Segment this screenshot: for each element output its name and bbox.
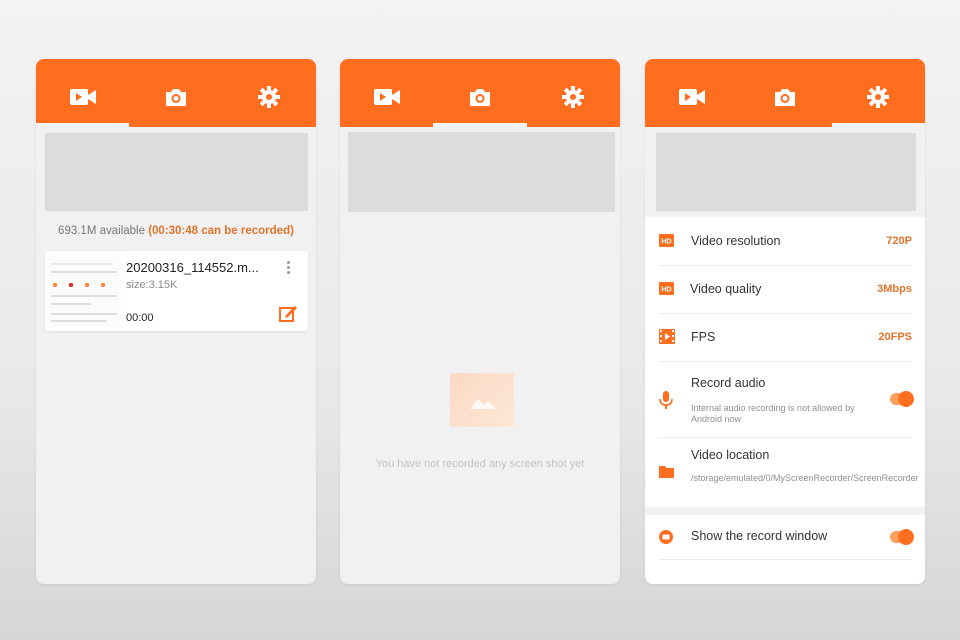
record-audio-toggle[interactable] (890, 391, 914, 407)
setting-value: 3Mbps (877, 283, 912, 295)
setting-label: Video quality (690, 282, 762, 296)
tab-screenshots[interactable] (433, 59, 527, 127)
ad-banner[interactable] (348, 132, 615, 212)
setting-show-record-window[interactable]: Show the record window (659, 515, 914, 560)
tab-videos[interactable] (645, 59, 738, 127)
folder-icon (659, 466, 674, 478)
setting-label: Video location (691, 448, 770, 462)
tab-settings[interactable] (831, 59, 925, 127)
setting-video-resolution[interactable]: HD Video resolution 720P (659, 217, 912, 266)
empty-image-icon (450, 373, 514, 427)
video-camera-icon (373, 89, 400, 105)
tab-bar (340, 59, 620, 127)
tab-videos[interactable] (340, 59, 433, 127)
setting-video-location[interactable]: Video location /storage/emulated/0/MyScr… (659, 437, 919, 505)
settings-screen: HD Video resolution 720P HD Video qualit… (645, 59, 925, 584)
setting-record-audio[interactable]: Record audio Internal audio recording is… (659, 361, 914, 438)
setting-value: 20FPS (878, 331, 912, 343)
setting-fps[interactable]: FPS 20FPS (659, 313, 912, 362)
edit-icon[interactable] (278, 303, 298, 323)
svg-text:HD: HD (661, 287, 671, 294)
recording-name: 20200316_114552.m... (126, 260, 259, 275)
tab-bar (36, 59, 316, 127)
recording-item[interactable]: 20200316_114552.m... size:3.15K 00:00 (45, 251, 308, 331)
tab-screenshots[interactable] (738, 59, 831, 127)
empty-state-text: You have not recorded any screen shot ye… (375, 458, 585, 470)
gear-icon (258, 86, 281, 108)
tab-screenshots[interactable] (129, 59, 222, 127)
setting-video-quality[interactable]: HD Video quality 3Mbps (659, 265, 912, 314)
settings-list-secondary: Show the record window (645, 515, 925, 584)
setting-label: Record audio (691, 376, 766, 390)
storage-info: 693.1M available (00:30:48 can be record… (36, 225, 316, 237)
tab-videos[interactable] (36, 59, 130, 127)
setting-label: Video resolution (691, 234, 781, 248)
hd-icon: HD (659, 234, 674, 247)
setting-description: /storage/emulated/0/MyScreenRecorder/Scr… (691, 473, 919, 483)
ad-banner[interactable] (656, 133, 916, 211)
record-window-toggle[interactable] (890, 529, 914, 545)
camera-icon (469, 89, 490, 106)
setting-description: Internal audio recording is not allowed … (691, 403, 855, 424)
recording-thumbnail (47, 255, 121, 327)
gear-icon (562, 86, 585, 108)
camera-icon (774, 89, 795, 106)
more-menu-icon[interactable] (287, 261, 291, 276)
record-window-icon (659, 530, 673, 544)
available-space: 693.1M available (58, 225, 145, 237)
video-camera-icon (69, 89, 96, 105)
recordings-screen: 693.1M available (00:30:48 can be record… (36, 59, 316, 584)
hd-icon: HD (659, 282, 674, 295)
microphone-icon (659, 391, 673, 409)
screenshots-screen: You have not recorded any screen shot ye… (340, 59, 620, 584)
setting-value: 720P (886, 235, 912, 247)
svg-text:HD: HD (661, 239, 671, 246)
video-camera-icon (678, 89, 705, 105)
recording-size: size:3.15K (126, 279, 178, 291)
settings-list: HD Video resolution 720P HD Video qualit… (645, 217, 925, 507)
camera-icon (165, 89, 186, 106)
recording-duration: 00:00 (126, 312, 154, 324)
tab-settings[interactable] (527, 59, 620, 127)
tab-settings[interactable] (223, 59, 316, 127)
gear-icon (867, 86, 890, 108)
setting-label: FPS (691, 330, 716, 344)
film-icon (659, 329, 675, 344)
setting-label: Show the record window (691, 529, 828, 543)
recordable-time: (00:30:48 can be recorded) (148, 225, 294, 237)
ad-banner[interactable] (45, 133, 308, 211)
tab-bar (645, 59, 925, 127)
